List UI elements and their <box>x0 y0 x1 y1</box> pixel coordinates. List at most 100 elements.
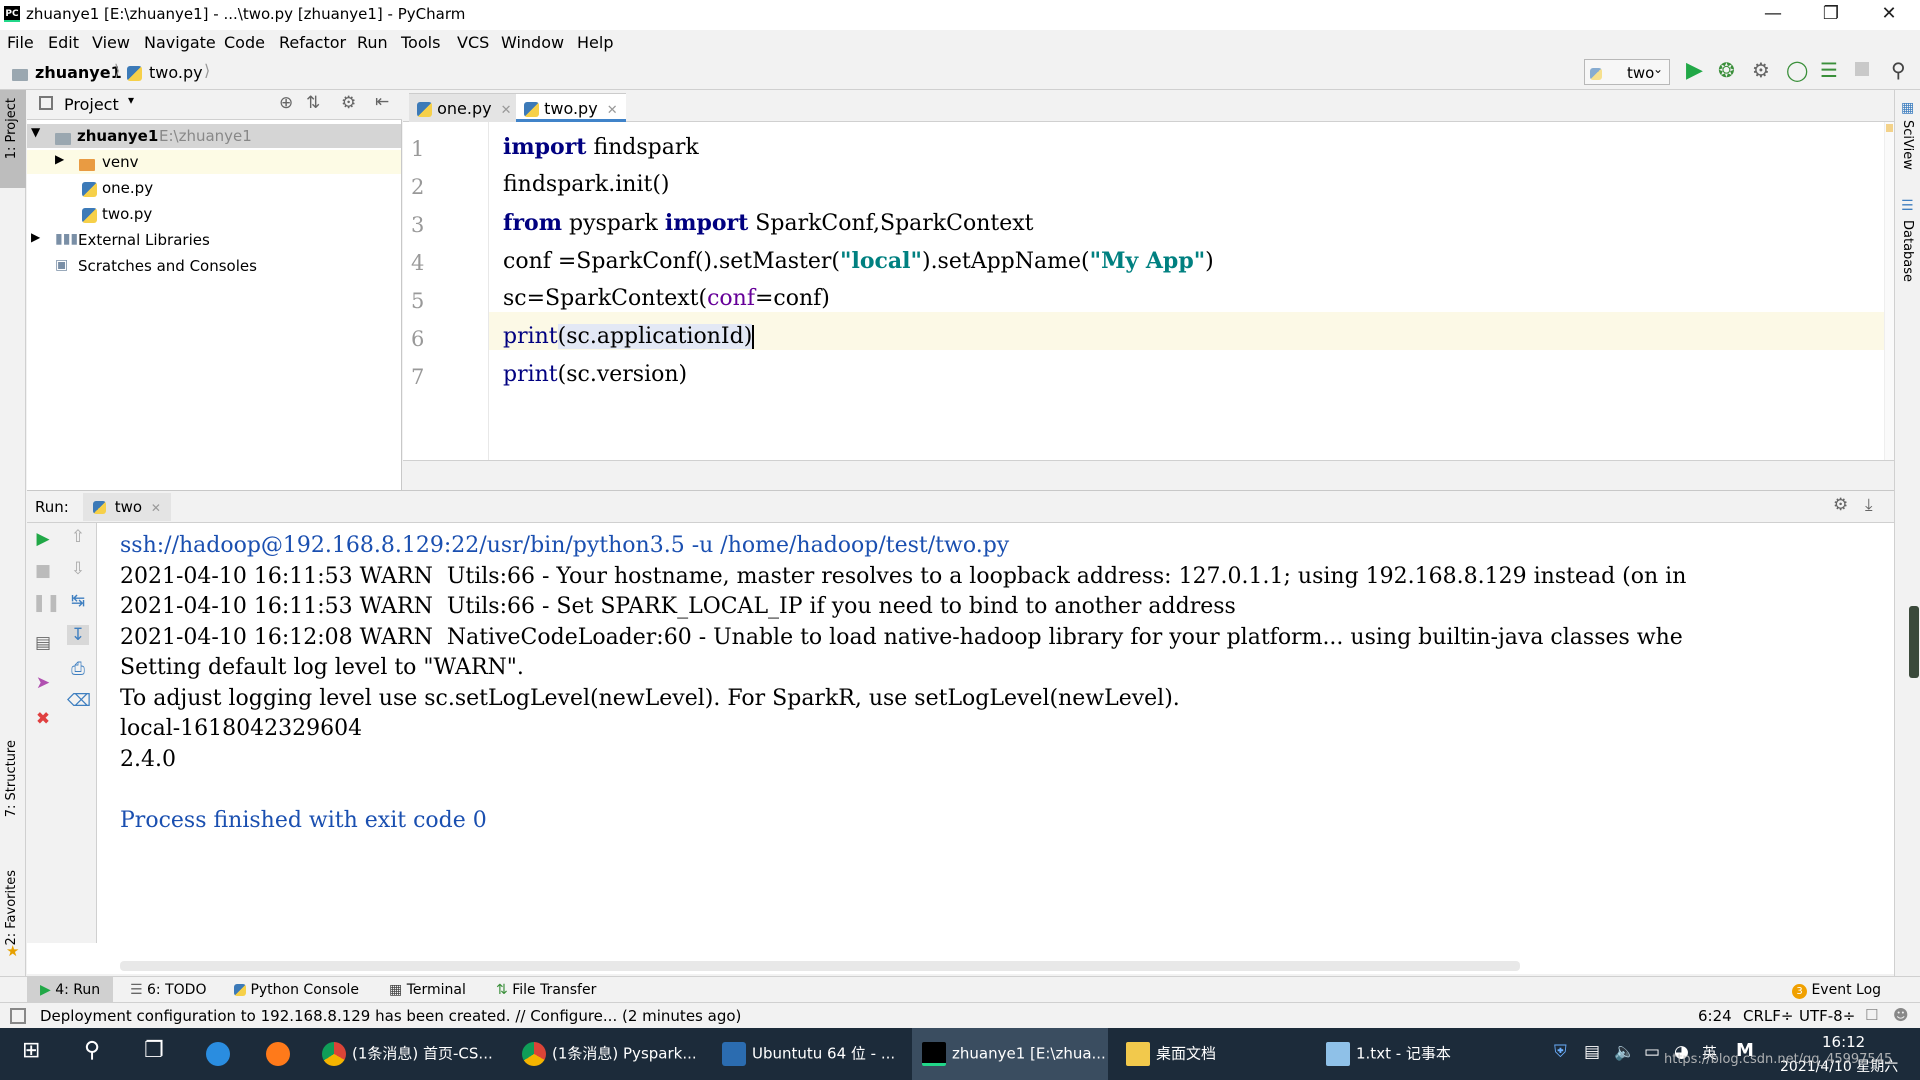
volume-icon[interactable]: 🔈 <box>1614 1042 1635 1062</box>
tab-file-transfer[interactable]: ⇅ File Transfer <box>496 982 596 998</box>
status-message[interactable]: Deployment configuration to 192.168.8.12… <box>40 1007 741 1025</box>
shield-icon[interactable]: ⛨ <box>1554 1042 1567 1062</box>
menu-edit[interactable]: Edit <box>48 33 79 52</box>
close-icon[interactable]: ✕ <box>501 103 512 118</box>
tab-one-py[interactable]: one.py ✕ <box>409 93 520 122</box>
taskbar-pycharm[interactable]: zhuanye1 [E:\zhua... <box>912 1028 1108 1080</box>
taskbar-folder[interactable]: 桌面文档 <box>1116 1028 1226 1080</box>
rerun-icon[interactable]: ▶ <box>32 529 54 549</box>
battery-icon[interactable]: ▭ <box>1644 1042 1660 1062</box>
line-separator[interactable]: CRLF÷ <box>1743 1007 1793 1025</box>
code-line-3[interactable]: from pyspark import SparkConf,SparkConte… <box>503 210 1034 236</box>
status-toggle-icon[interactable] <box>10 1008 26 1024</box>
close-icon[interactable]: ✕ <box>151 501 161 515</box>
search-icon[interactable]: ⚲ <box>1891 58 1906 82</box>
tab-python-console[interactable]: Python Console <box>234 982 359 998</box>
windows-start-icon[interactable]: ⊞ <box>12 1028 50 1080</box>
code-line-7[interactable]: print(sc.version) <box>503 362 687 387</box>
locate-icon[interactable]: ⊕ <box>279 93 293 113</box>
coverage-icon[interactable]: ⚙ <box>1752 58 1770 82</box>
taskbar-time[interactable]: 16:12 <box>1822 1033 1865 1051</box>
pause-icon[interactable]: ❚❚ <box>32 593 61 613</box>
side-scroll-handle[interactable] <box>1909 606 1919 678</box>
search-icon[interactable]: ⚲ <box>74 1028 110 1080</box>
network-icon[interactable]: ▤ <box>1584 1042 1600 1062</box>
up-arrow-icon[interactable]: ⇧ <box>67 527 89 547</box>
menu-vcs[interactable]: VCS <box>457 33 489 52</box>
menu-window[interactable]: Window <box>501 33 564 52</box>
menu-tools[interactable]: Tools <box>401 33 440 52</box>
close-icon[interactable]: ✖ <box>32 709 54 729</box>
tree-item-label: External Libraries <box>78 231 210 249</box>
pin-icon[interactable]: ➤ <box>32 673 54 693</box>
menu-view[interactable]: View <box>92 33 130 52</box>
task-view-icon[interactable]: ❐ <box>134 1028 174 1080</box>
restore-layout-icon[interactable]: ▤ <box>32 633 54 653</box>
stop-icon[interactable]: ■ <box>32 561 54 581</box>
menu-run[interactable]: Run <box>357 33 388 52</box>
tab-terminal[interactable]: ▦ Terminal <box>389 982 466 998</box>
code-line-1[interactable]: import findspark <box>503 134 699 160</box>
tab-two-py[interactable]: two.py ✕ <box>516 93 626 122</box>
close-icon[interactable]: ✕ <box>607 103 618 118</box>
tree-item-label: Scratches and Consoles <box>78 257 257 275</box>
project-view-selector[interactable]: Project <box>64 95 119 114</box>
console-line: ssh://hadoop@192.168.8.129:22/usr/bin/py… <box>120 533 1010 558</box>
trash-icon[interactable]: ⌫ <box>67 691 91 711</box>
sciview-tool-tab[interactable]: SciView <box>1900 120 1915 170</box>
menu-code[interactable]: Code <box>224 33 265 52</box>
code-text: ).setAppName( <box>921 249 1090 274</box>
hide-panel-icon[interactable]: ⇤ <box>375 92 389 112</box>
print-icon[interactable]: ⎙ <box>67 659 89 679</box>
stop-icon[interactable] <box>1855 62 1869 76</box>
line-number: 1 <box>411 137 425 161</box>
event-log-button[interactable]: 3 Event Log <box>1792 982 1881 999</box>
code-line-2[interactable]: findspark.init() <box>503 172 670 197</box>
editor-scrollbar[interactable] <box>1884 122 1894 460</box>
hide-panel-icon[interactable]: ⤓ <box>1865 495 1873 515</box>
caret-position[interactable]: 6:24 <box>1698 1007 1732 1025</box>
console-horizontal-scrollbar[interactable] <box>120 961 1520 971</box>
menu-file[interactable]: File <box>7 33 34 52</box>
collapse-all-icon[interactable]: ⇅ <box>306 93 320 113</box>
taskbar-chrome-2[interactable]: (1条消息) Pyspark... <box>512 1028 707 1080</box>
run-icon[interactable]: ▶ <box>1686 58 1703 83</box>
soft-wrap-icon[interactable]: ↹ <box>67 591 89 611</box>
gear-icon[interactable]: ⚙ <box>1833 495 1848 515</box>
tab-run[interactable]: ▶ 4: Run <box>40 982 100 998</box>
left-tool-strip: 1: Project 7: Structure 2: Favorites ★ <box>0 90 26 976</box>
taskbar-notepad[interactable]: 1.txt - 记事本 <box>1316 1028 1461 1080</box>
debug-icon[interactable]: ❂ <box>1718 58 1735 82</box>
code-line-5[interactable]: sc=SparkContext(conf=conf) <box>503 286 830 311</box>
minimize-button[interactable]: — <box>1744 0 1802 30</box>
menu-refactor[interactable]: Refactor <box>279 33 346 52</box>
run-config-dropdown[interactable]: two ⌄ <box>1584 59 1670 85</box>
code-line-4[interactable]: conf =SparkConf().setMaster("local").set… <box>503 248 1214 274</box>
file-encoding[interactable]: UTF-8÷ <box>1799 1007 1855 1025</box>
favorites-tool-tab[interactable]: 2: Favorites <box>4 870 19 946</box>
menu-help[interactable]: Help <box>577 33 613 52</box>
code-line-6[interactable]: print(sc.applicationId) <box>503 324 755 349</box>
restore-button[interactable]: ❐ <box>1802 0 1860 30</box>
inspector-icon[interactable]: ☻ <box>1893 1006 1909 1024</box>
run-tab-two[interactable]: two ✕ <box>83 493 171 521</box>
down-arrow-icon[interactable]: ⇩ <box>67 559 89 579</box>
breadcrumb-project[interactable]: zhuanye1 <box>35 63 122 82</box>
profile-icon[interactable]: ◯ <box>1786 58 1808 82</box>
database-tool-tab[interactable]: Database <box>1900 220 1915 282</box>
gear-icon[interactable]: ⚙ <box>341 93 356 113</box>
breadcrumb-file[interactable]: two.py <box>149 63 203 82</box>
tab-todo[interactable]: ☰ 6: TODO <box>130 982 206 998</box>
lock-icon[interactable]: ☐ <box>1865 1006 1878 1024</box>
structure-tool-tab[interactable]: 7: Structure <box>4 740 19 817</box>
project-tool-tab[interactable]: 1: Project <box>4 98 19 159</box>
menu-navigate[interactable]: Navigate <box>144 33 216 52</box>
taskbar-app-qq[interactable] <box>196 1028 246 1080</box>
close-button[interactable]: ✕ <box>1860 0 1918 30</box>
taskbar-vmware[interactable]: Ubuntutu 64 位 - ... <box>712 1028 905 1080</box>
taskbar-chrome-1[interactable]: (1条消息) 首页-CS... <box>312 1028 503 1080</box>
scroll-to-end-icon[interactable]: ↧ <box>67 625 89 645</box>
code-text: SparkConf,SparkContext <box>748 211 1034 236</box>
taskbar-app-firefox[interactable] <box>256 1028 306 1080</box>
concurrency-icon[interactable]: ☰ <box>1820 58 1838 82</box>
